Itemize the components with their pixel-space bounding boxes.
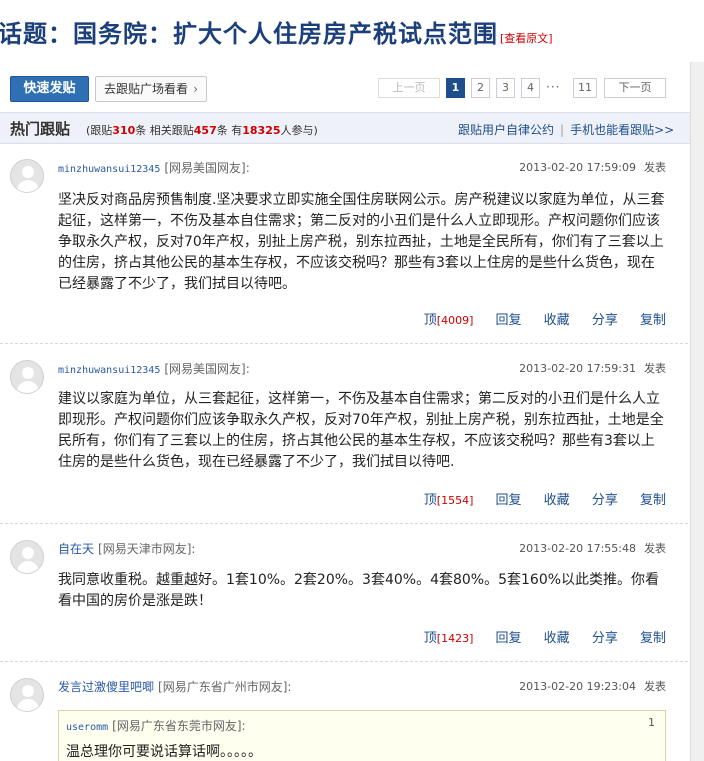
toolbar: 快速发贴 去跟贴广场看看 › 上一页 1 2 3 4 ··· 11 下一页: [0, 62, 704, 112]
link-separator: |: [560, 123, 565, 137]
reply-content: 建议以家庭为单位，从三套起征，这样第一，不伤及基本自住需求；第二反对的小丑们是什…: [58, 391, 664, 470]
author-line: minzhuwansui12345 [网易美国网友]:: [58, 360, 250, 377]
view-original-link[interactable]: [查看原文]: [500, 32, 553, 45]
reply-plaza-label: 去跟贴广场看看: [104, 82, 189, 96]
avatar[interactable]: [10, 360, 44, 394]
author-source: [网易美国网友]:: [164, 362, 250, 376]
upvote-label: 顶: [423, 631, 437, 646]
timestamp: 2013-02-20 17:55:48: [519, 542, 636, 555]
reply-count: 310: [112, 124, 136, 137]
avatar[interactable]: [10, 678, 44, 712]
share-button[interactable]: 分享: [592, 493, 618, 508]
time-label: 发表: [644, 161, 666, 174]
vertical-scrollbar[interactable]: [690, 62, 704, 761]
rules-link[interactable]: 跟贴用户自律公约: [458, 123, 554, 137]
reply-item: minzhuwansui12345 [网易美国网友]: 2013-02-20 17…: [0, 346, 688, 524]
timestamp: 2013-02-20 17:59:09: [519, 161, 636, 174]
participant-count: 18325: [242, 124, 281, 137]
reply-content: 坚决反对商品房预售制度.坚决要求立即实施全国住房联网公示。房产税建议以家庭为单位…: [58, 192, 665, 292]
prev-page-button[interactable]: 上一页: [378, 78, 440, 98]
share-button[interactable]: 分享: [592, 313, 618, 328]
mobile-link[interactable]: 手机也能看跟贴>>: [570, 123, 674, 137]
time-label: 发表: [644, 362, 666, 375]
upvote-count: [4009]: [436, 314, 474, 327]
upvote-button[interactable]: 顶[1554]: [406, 493, 474, 508]
stats-text: 条 有: [216, 124, 243, 137]
author-line: 发言过激傻里吧唧 [网易广东省广州市网友]:: [58, 678, 291, 695]
favorite-button[interactable]: 收藏: [544, 631, 570, 646]
page-title: 话题：国务院：扩大个人住房房产税试点范围 [查看原文]: [0, 14, 553, 49]
quote-author-source: [网易广东省东莞市网友]:: [112, 719, 246, 733]
reply-button[interactable]: 回复: [496, 313, 522, 328]
share-button[interactable]: 分享: [592, 631, 618, 646]
related-count: 457: [193, 124, 217, 137]
copy-button[interactable]: 复制: [640, 631, 666, 646]
quote-author-link[interactable]: useromm: [66, 722, 108, 733]
author-source: [网易天津市网友]:: [98, 542, 196, 556]
upvote-count: [1423]: [436, 632, 474, 645]
author-source: [网易美国网友]:: [164, 161, 250, 175]
post-time: 2013-02-20 17:55:48 发表: [519, 540, 666, 556]
author-link[interactable]: 自在天: [58, 542, 94, 556]
author-link[interactable]: minzhuwansui12345: [58, 365, 160, 376]
author-line: 自在天 [网易天津市网友]:: [58, 540, 195, 557]
quote-author-line: useromm [网易广东省东莞市网友]:: [66, 717, 246, 734]
author-source: [网易广东省广州市网友]:: [158, 680, 292, 694]
upvote-label: 顶: [423, 313, 437, 328]
page-11-button[interactable]: 11: [573, 78, 597, 98]
upvote-count: [1554]: [436, 494, 474, 507]
timestamp: 2013-02-20 19:23:04: [519, 680, 636, 693]
page-ellipsis: ···: [546, 80, 561, 94]
copy-button[interactable]: 复制: [640, 493, 666, 508]
reply-content: 我同意收重税。越重越好。1套10%。2套20%。3套40%。4套80%。5套16…: [58, 572, 660, 609]
avatar[interactable]: [10, 159, 44, 193]
quick-post-button[interactable]: 快速发贴: [10, 76, 89, 102]
author-line: minzhuwansui12345 [网易美国网友]:: [58, 159, 250, 176]
page-1-button[interactable]: 1: [446, 78, 465, 98]
hot-replies-title: 热门跟贴: [10, 120, 71, 138]
page-title-text: 话题：国务院：扩大个人住房房产税试点范围: [0, 19, 498, 48]
upvote-button[interactable]: 顶[1423]: [406, 631, 474, 646]
reply-actions: 顶[1423] 回复 收藏 分享 复制: [406, 627, 666, 646]
header-links: 跟贴用户自律公约 | 手机也能看跟贴>>: [458, 121, 674, 138]
favorite-button[interactable]: 收藏: [544, 493, 570, 508]
stats-text: (跟贴: [86, 124, 113, 137]
post-time: 2013-02-20 17:59:09 发表: [519, 159, 666, 175]
time-label: 发表: [644, 542, 666, 555]
upvote-label: 顶: [423, 493, 437, 508]
post-time: 2013-02-20 17:59:31 发表: [519, 360, 666, 376]
hot-replies-header: 热门跟贴 (跟贴310条 相关跟贴457条 有18325人参与) 跟贴用户自律公…: [0, 112, 704, 144]
quoted-reply: useromm [网易广东省东莞市网友]: 1 温总理你可要说话算话啊。。。。。: [58, 710, 666, 761]
quote-content: 温总理你可要说话算话啊。。。。。: [66, 744, 262, 760]
reply-button[interactable]: 回复: [496, 631, 522, 646]
stats-text: 条 相关跟贴: [135, 124, 194, 137]
copy-button[interactable]: 复制: [640, 313, 666, 328]
stats-text: 人参与): [280, 124, 318, 137]
quote-floor-number: 1: [648, 716, 655, 729]
reply-stats: (跟贴310条 相关跟贴457条 有18325人参与): [86, 122, 318, 138]
time-label: 发表: [644, 680, 666, 693]
upvote-button[interactable]: 顶[4009]: [406, 313, 474, 328]
avatar[interactable]: [10, 540, 44, 574]
chevron-right-icon: ›: [193, 82, 198, 96]
reply-plaza-button[interactable]: 去跟贴广场看看 ›: [95, 76, 207, 102]
reply-actions: 顶[1554] 回复 收藏 分享 复制: [406, 489, 666, 508]
author-link[interactable]: minzhuwansui12345: [58, 164, 160, 175]
reply-item: 自在天 [网易天津市网友]: 2013-02-20 17:55:48 发表 我同意收…: [0, 526, 688, 662]
post-time: 2013-02-20 19:23:04 发表: [519, 678, 666, 694]
reply-item: minzhuwansui12345 [网易美国网友]: 2013-02-20 17…: [0, 145, 688, 344]
author-link[interactable]: 发言过激傻里吧唧: [58, 680, 154, 694]
topic-header: 话题：国务院：扩大个人住房房产税试点范围 [查看原文]: [0, 0, 704, 62]
favorite-button[interactable]: 收藏: [544, 313, 570, 328]
reply-actions: 顶[4009] 回复 收藏 分享 复制: [406, 309, 666, 328]
next-page-button[interactable]: 下一页: [604, 78, 666, 98]
timestamp: 2013-02-20 17:59:31: [519, 362, 636, 375]
page-3-button[interactable]: 3: [496, 78, 515, 98]
page-4-button[interactable]: 4: [521, 78, 540, 98]
page-2-button[interactable]: 2: [471, 78, 490, 98]
reply-button[interactable]: 回复: [496, 493, 522, 508]
